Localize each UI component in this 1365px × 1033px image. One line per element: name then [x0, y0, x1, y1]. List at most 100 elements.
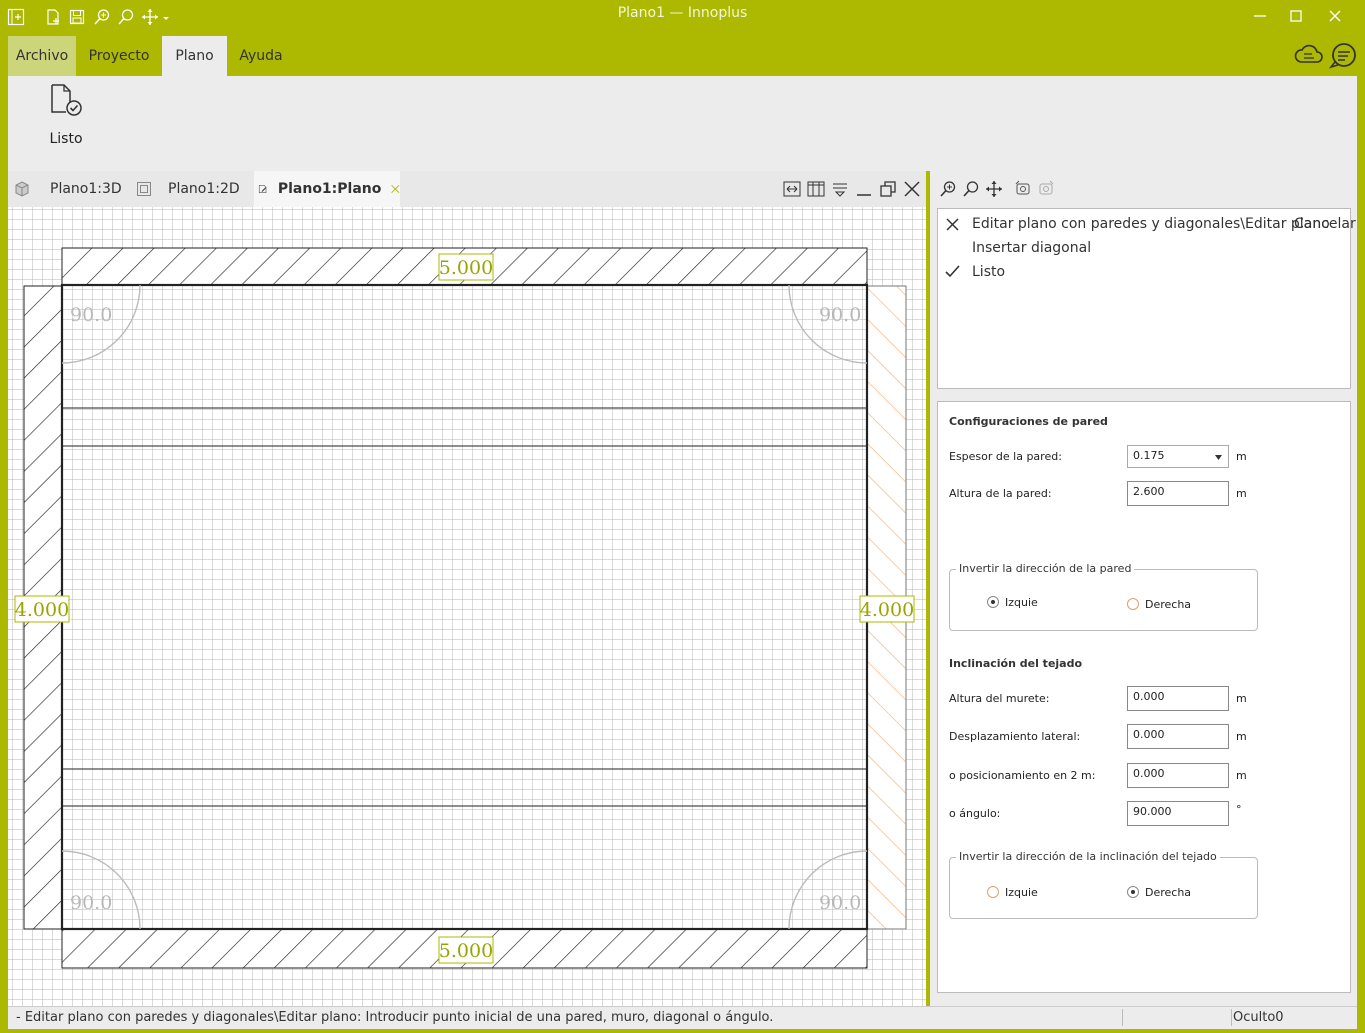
cloud-chat-icon[interactable]: [1294, 42, 1324, 70]
tab-plano1-2d[interactable]: Plano1:2D: [136, 171, 254, 207]
wall-height-input[interactable]: 2.600: [1127, 481, 1229, 506]
unit-label: m: [1236, 450, 1247, 463]
cube-icon: [15, 181, 29, 197]
command-list: Editar plano con paredes y diagonales\Ed…: [937, 208, 1356, 389]
listo-button[interactable]: Listo: [38, 82, 94, 162]
ribbon-tab-proyecto[interactable]: Proyecto: [79, 36, 159, 76]
wall-direction-group: Invertir la dirección de la pared Izquie…: [949, 562, 1258, 631]
wall-thickness-label: Espesor de la pared:: [949, 450, 1062, 463]
tab-plano1-3d[interactable]: Plano1:3D: [14, 171, 136, 207]
cancel-icon[interactable]: [946, 218, 959, 231]
maximize-button[interactable]: [1276, 4, 1316, 28]
wall-settings-header: Configuraciones de pared: [949, 415, 1108, 428]
zoom-in-icon[interactable]: [939, 180, 957, 198]
zoom-icon[interactable]: [962, 180, 980, 198]
roof-direction-legend: Invertir la dirección de la inclinación …: [956, 850, 1220, 863]
tab-label: Plano1:2D: [168, 181, 240, 197]
restore-view-icon[interactable]: [878, 179, 898, 199]
document-tab-bar: Plano1:3D Plano1:2D Plano1:Plano: [8, 171, 926, 207]
tab-label: Plano1:3D: [50, 181, 122, 197]
angle-label: 90.0: [819, 892, 861, 914]
minimize-icon: [1254, 15, 1266, 17]
unit-label: m: [1236, 487, 1247, 500]
status-divider: [1231, 1009, 1232, 1026]
undo-view-icon[interactable]: [1014, 180, 1032, 198]
angle-label: 90.0: [819, 304, 861, 326]
redo-view-icon[interactable]: [1037, 180, 1055, 198]
check-icon: [945, 265, 960, 278]
close-icon: [1329, 10, 1341, 22]
wall-direction-left-radio[interactable]: [987, 596, 999, 608]
ribbon-tab-archivo[interactable]: Archivo: [8, 36, 76, 76]
layers-dropdown-icon[interactable]: [830, 179, 850, 199]
status-bar: - Editar plano con paredes y diagonales\…: [8, 1006, 1357, 1029]
wall-thickness-value: 0.175: [1133, 449, 1165, 462]
unit-label: m: [1236, 769, 1247, 782]
lateral-offset-label: Desplazamiento lateral:: [949, 730, 1081, 743]
command-listo[interactable]: Listo: [972, 264, 1005, 280]
tab-plano1-plano[interactable]: Plano1:Plano: [254, 171, 400, 207]
close-button[interactable]: [1315, 4, 1355, 28]
ribbon-tab-plano[interactable]: Plano: [162, 36, 227, 76]
roof-direction-group: Invertir la dirección de la inclinación …: [949, 850, 1258, 919]
dimension-left[interactable]: 4.000: [14, 595, 70, 623]
wall-direction-right-radio[interactable]: [1127, 598, 1139, 610]
roof-direction-right-radio[interactable]: [1127, 886, 1139, 898]
plan-drawing[interactable]: 90.0 90.0 90.0 90.0 5.000 5.000 4.000 4.…: [8, 207, 926, 1006]
columns-icon[interactable]: [806, 179, 826, 199]
svg-text:4.000: 4.000: [15, 599, 69, 621]
ribbon-tab-ayuda[interactable]: Ayuda: [229, 36, 293, 76]
kneewall-height-input[interactable]: 0.000: [1127, 686, 1229, 711]
title-bar: Plano1 — Innoplus: [0, 0, 1365, 34]
status-hidden-count: Oculto0: [1233, 1010, 1284, 1025]
ribbon-panel: Listo: [8, 76, 1357, 171]
right-panel: Editar plano con paredes y diagonales\Ed…: [930, 171, 1357, 1006]
support-chat-icon[interactable]: [1327, 40, 1359, 70]
roof-settings-header: Inclinación del tejado: [949, 657, 1083, 670]
lateral-offset-input[interactable]: 0.000: [1127, 724, 1229, 749]
command-cancel[interactable]: Cancelar: [1294, 216, 1356, 232]
minimize-button[interactable]: [1240, 4, 1280, 28]
roof-direction-left-label: Izquie: [1005, 886, 1038, 899]
svg-text:5.000: 5.000: [439, 940, 493, 962]
position-2m-label: o posicionamiento en 2 m:: [949, 769, 1096, 782]
unit-label: m: [1236, 692, 1247, 705]
roof-direction-left-radio[interactable]: [987, 886, 999, 898]
position-2m-input[interactable]: 0.000: [1127, 763, 1229, 788]
pan-icon[interactable]: [985, 180, 1003, 198]
wall-thickness-select[interactable]: 0.175: [1127, 445, 1229, 468]
wall-direction-legend: Invertir la dirección de la pared: [956, 562, 1135, 575]
kneewall-height-label: Altura del murete:: [949, 692, 1050, 705]
command-insert-diagonal[interactable]: Insertar diagonal: [972, 240, 1091, 256]
status-message: - Editar plano con paredes y diagonales\…: [16, 1010, 774, 1025]
wall-height-label: Altura de la pared:: [949, 487, 1052, 500]
listo-label: Listo: [49, 131, 83, 147]
unit-label: m: [1236, 730, 1247, 743]
angle-label: 90.0: [70, 892, 112, 914]
roof-angle-label: o ángulo:: [949, 807, 1001, 820]
minimize-view-icon[interactable]: [854, 179, 874, 199]
close-tab-icon[interactable]: [391, 182, 400, 196]
maximize-icon: [1290, 10, 1302, 22]
square-icon: [137, 182, 151, 196]
chevron-down-icon: [1215, 455, 1222, 460]
fit-width-icon[interactable]: [782, 179, 802, 199]
dimension-right[interactable]: 4.000: [859, 595, 915, 623]
angle-label: 90.0: [70, 304, 112, 326]
document-edit-icon: [258, 185, 267, 193]
grid-background: [8, 207, 926, 1006]
svg-text:4.000: 4.000: [860, 599, 914, 621]
roof-angle-input[interactable]: 90.000: [1127, 801, 1229, 826]
tab-label: Plano1:Plano: [277, 181, 382, 197]
plan-canvas[interactable]: 90.0 90.0 90.0 90.0 5.000 5.000 4.000 4.…: [8, 207, 926, 1006]
dimension-bottom[interactable]: 5.000: [438, 936, 494, 964]
dimension-top[interactable]: 5.000: [438, 253, 494, 281]
degree-unit-label: °: [1236, 803, 1242, 816]
wall-direction-right-label: Derecha: [1145, 598, 1192, 611]
window-title: Plano1 — Innoplus: [617, 5, 748, 21]
wall-settings-panel: Configuraciones de pared Espesor de la p…: [937, 401, 1351, 993]
svg-text:5.000: 5.000: [439, 257, 493, 279]
close-view-icon[interactable]: [902, 179, 922, 199]
status-divider: [1122, 1009, 1123, 1026]
command-edit-plan[interactable]: Editar plano con paredes y diagonales\Ed…: [972, 216, 1330, 232]
